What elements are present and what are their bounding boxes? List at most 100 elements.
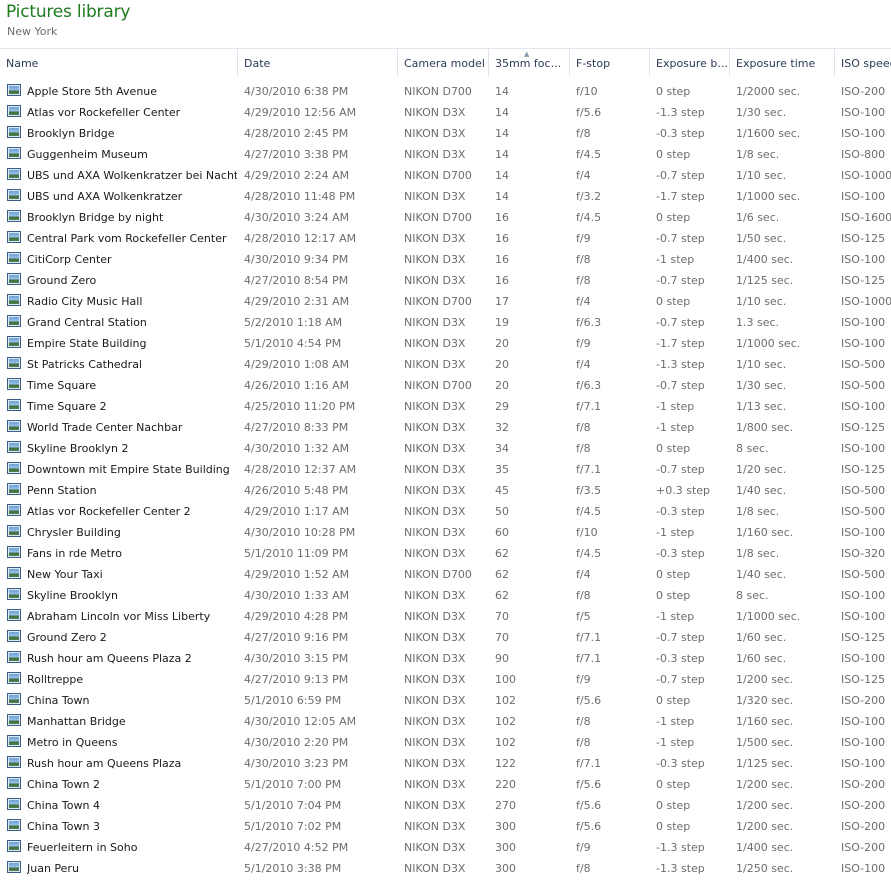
column-header-date[interactable]: Date bbox=[238, 49, 398, 76]
table-row[interactable]: UBS und AXA Wolkenkratzer bei Nacht 4/29/… bbox=[0, 165, 891, 186]
table-row[interactable]: China Town 4 5/1/2010 7:04 PM NIKON D3X 270… bbox=[0, 795, 891, 816]
table-row[interactable]: China Town 2 5/1/2010 7:00 PM NIKON D3X 220… bbox=[0, 774, 891, 795]
table-row[interactable]: Time Square 2 4/25/2010 11:20 PM NIKON D3X… bbox=[0, 396, 891, 417]
table-row[interactable]: Penn Station 4/26/2010 5:48 PM NIKON D3X 45… bbox=[0, 480, 891, 501]
cell-f-stop: f/9 bbox=[576, 673, 591, 686]
column-header-focal-length[interactable]: 35mm foc... bbox=[489, 49, 570, 76]
table-row[interactable]: World Trade Center Nachbar 4/27/2010 8:33… bbox=[0, 417, 891, 438]
cell-exposure-bias: -1.7 step bbox=[656, 337, 705, 350]
cell-exposure-bias: 0 step bbox=[656, 442, 691, 455]
table-row[interactable]: China Town 5/1/2010 6:59 PM NIKON D3X 102 f/… bbox=[0, 690, 891, 711]
cell-date: 4/26/2010 1:16 AM bbox=[244, 379, 350, 392]
column-header-name[interactable]: Name bbox=[0, 49, 238, 76]
table-row[interactable]: Abraham Lincoln vor Miss Liberty 4/29/201… bbox=[0, 606, 891, 627]
column-header-exposure-bias[interactable]: Exposure b... bbox=[650, 49, 730, 76]
table-row[interactable]: Time Square 4/26/2010 1:16 AM NIKON D700 20… bbox=[0, 375, 891, 396]
cell-exposure-bias: -1 step bbox=[656, 610, 695, 623]
table-row[interactable]: Rush hour am Queens Plaza 2 4/30/2010 3:1… bbox=[0, 648, 891, 669]
cell-exposure-bias: 0 step bbox=[656, 295, 691, 308]
cell-camera-model: NIKON D700 bbox=[404, 211, 472, 224]
cell-focal-length: 14 bbox=[495, 127, 509, 140]
cell-focal-length: 300 bbox=[495, 820, 516, 833]
cell-f-stop: f/8 bbox=[576, 862, 591, 875]
cell-date: 5/1/2010 7:00 PM bbox=[244, 778, 342, 791]
table-row[interactable]: Rolltreppe 4/27/2010 9:13 PM NIKON D3X 100 f… bbox=[0, 669, 891, 690]
table-row[interactable]: Central Park vom Rockefeller Center 4/28/… bbox=[0, 228, 891, 249]
cell-exposure-bias: -1 step bbox=[656, 715, 695, 728]
table-row[interactable]: Metro in Queens 4/30/2010 2:20 PM NIKON D3… bbox=[0, 732, 891, 753]
cell-exposure-time: 1/6 sec. bbox=[736, 211, 780, 224]
cell-exposure-bias: 0 step bbox=[656, 148, 691, 161]
picture-file-icon bbox=[7, 294, 21, 306]
picture-file-icon bbox=[7, 357, 21, 369]
table-row[interactable]: Grand Central Station 5/2/2010 1:18 AM NIK… bbox=[0, 312, 891, 333]
table-row[interactable]: Manhattan Bridge 4/30/2010 12:05 AM NIKON … bbox=[0, 711, 891, 732]
library-title: Pictures library bbox=[6, 2, 131, 22]
cell-exposure-time: 1/250 sec. bbox=[736, 862, 794, 875]
table-row[interactable]: Ground Zero 4/27/2010 8:54 PM NIKON D3X 16 f… bbox=[0, 270, 891, 291]
cell-f-stop: f/4.5 bbox=[576, 148, 602, 161]
cell-iso-speed: ISO-125 bbox=[841, 421, 886, 434]
cell-camera-model: NIKON D3X bbox=[404, 673, 466, 686]
cell-camera-model: NIKON D3X bbox=[404, 421, 466, 434]
cell-iso-speed: ISO-1000 bbox=[841, 169, 891, 182]
table-row[interactable]: CitiCorp Center 4/30/2010 9:34 PM NIKON D3… bbox=[0, 249, 891, 270]
cell-exposure-bias: -1.3 step bbox=[656, 862, 705, 875]
cell-exposure-bias: -0.3 step bbox=[656, 505, 705, 518]
cell-focal-length: 270 bbox=[495, 799, 516, 812]
table-row[interactable]: Juan Peru 5/1/2010 3:38 PM NIKON D3X 300 f/8… bbox=[0, 858, 891, 879]
cell-iso-speed: ISO-320 bbox=[841, 547, 886, 560]
table-row[interactable]: Guggenheim Museum 4/27/2010 3:38 PM NIKON … bbox=[0, 144, 891, 165]
table-row[interactable]: Feuerleitern in Soho 4/27/2010 4:52 PM NIK… bbox=[0, 837, 891, 858]
cell-exposure-bias: -1.3 step bbox=[656, 358, 705, 371]
cell-date: 4/27/2010 9:13 PM bbox=[244, 673, 349, 686]
table-row[interactable]: Brooklyn Bridge by night 4/30/2010 3:24 A… bbox=[0, 207, 891, 228]
table-row[interactable]: Downtown mit Empire State Building 4/28/2… bbox=[0, 459, 891, 480]
table-row[interactable]: Atlas vor Rockefeller Center 4/29/2010 12… bbox=[0, 102, 891, 123]
cell-camera-model: NIKON D3X bbox=[404, 694, 466, 707]
table-row[interactable]: Empire State Building 5/1/2010 4:54 PM NIK… bbox=[0, 333, 891, 354]
table-row[interactable]: Chrysler Building 4/30/2010 10:28 PM NIKON… bbox=[0, 522, 891, 543]
table-row[interactable]: Skyline Brooklyn 2 4/30/2010 1:32 AM NIKON… bbox=[0, 438, 891, 459]
cell-name: Manhattan Bridge bbox=[27, 715, 126, 728]
table-row[interactable]: Brooklyn Bridge 4/28/2010 2:45 PM NIKON D3… bbox=[0, 123, 891, 144]
cell-iso-speed: ISO-100 bbox=[841, 190, 886, 203]
table-row[interactable]: Skyline Brooklyn 4/30/2010 1:33 AM NIKON D… bbox=[0, 585, 891, 606]
cell-iso-speed: ISO-500 bbox=[841, 505, 886, 518]
table-row[interactable]: UBS und AXA Wolkenkratzer 4/28/2010 11:48… bbox=[0, 186, 891, 207]
cell-camera-model: NIKON D3X bbox=[404, 127, 466, 140]
cell-iso-speed: ISO-100 bbox=[841, 337, 886, 350]
table-row[interactable]: Rush hour am Queens Plaza 4/30/2010 3:23 … bbox=[0, 753, 891, 774]
cell-name: CitiCorp Center bbox=[27, 253, 112, 266]
cell-name: Ground Zero 2 bbox=[27, 631, 107, 644]
cell-focal-length: 70 bbox=[495, 610, 509, 623]
cell-focal-length: 60 bbox=[495, 526, 509, 539]
column-header-exposure-time[interactable]: Exposure time bbox=[730, 49, 835, 76]
table-row[interactable]: St Patricks Cathedral 4/29/2010 1:08 AM NI… bbox=[0, 354, 891, 375]
table-row[interactable]: Fans in rde Metro 5/1/2010 11:09 PM NIKON … bbox=[0, 543, 891, 564]
cell-camera-model: NIKON D700 bbox=[404, 85, 472, 98]
table-row[interactable]: Atlas vor Rockefeller Center 2 4/29/2010 … bbox=[0, 501, 891, 522]
cell-exposure-time: 1/50 sec. bbox=[736, 232, 787, 245]
cell-exposure-time: 1/1600 sec. bbox=[736, 127, 801, 140]
cell-exposure-bias: -1.3 step bbox=[656, 841, 705, 854]
cell-f-stop: f/9 bbox=[576, 841, 591, 854]
cell-iso-speed: ISO-125 bbox=[841, 673, 886, 686]
cell-iso-speed: ISO-100 bbox=[841, 652, 886, 665]
table-row[interactable]: Apple Store 5th Avenue 4/30/2010 6:38 PM N… bbox=[0, 81, 891, 102]
table-row[interactable]: Ground Zero 2 4/27/2010 9:16 PM NIKON D3X 7… bbox=[0, 627, 891, 648]
table-row[interactable]: China Town 3 5/1/2010 7:02 PM NIKON D3X 300… bbox=[0, 816, 891, 837]
table-row[interactable]: Radio City Music Hall 4/29/2010 2:31 AM NI… bbox=[0, 291, 891, 312]
picture-file-icon bbox=[7, 105, 21, 117]
table-row[interactable]: New Your Taxi 4/29/2010 1:52 AM NIKON D700… bbox=[0, 564, 891, 585]
cell-camera-model: NIKON D3X bbox=[404, 631, 466, 644]
column-header-iso-speed[interactable]: ISO speed bbox=[835, 49, 891, 76]
cell-f-stop: f/8 bbox=[576, 127, 591, 140]
column-header-camera-model[interactable]: Camera model bbox=[398, 49, 489, 76]
column-header-f-stop[interactable]: F-stop bbox=[570, 49, 650, 76]
cell-date: 4/30/2010 1:32 AM bbox=[244, 442, 350, 455]
cell-date: 4/30/2010 2:20 PM bbox=[244, 736, 349, 749]
cell-exposure-bias: 0 step bbox=[656, 694, 691, 707]
cell-exposure-time: 1/10 sec. bbox=[736, 295, 787, 308]
cell-exposure-bias: -1 step bbox=[656, 736, 695, 749]
